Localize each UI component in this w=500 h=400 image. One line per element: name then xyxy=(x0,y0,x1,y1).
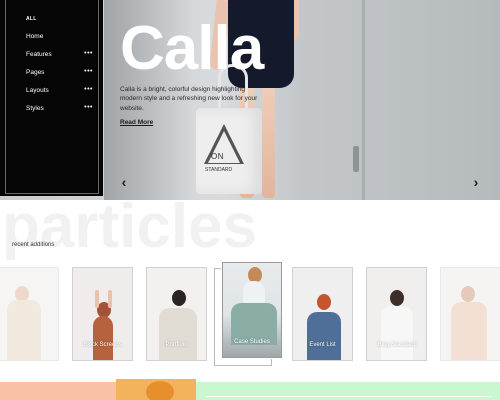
carousel-card-case-studies[interactable]: Case Studies xyxy=(222,262,282,358)
carousel-card-block-screens[interactable]: Block Screens xyxy=(72,267,133,361)
more-dots-icon[interactable]: ••• xyxy=(84,86,93,93)
promo-band-left xyxy=(0,382,116,400)
more-dots-icon[interactable]: ••• xyxy=(84,50,93,57)
carousel-card[interactable] xyxy=(440,267,500,361)
card-caption: Event List xyxy=(309,342,336,348)
section-ghost-title: particles xyxy=(2,192,258,261)
card-caption: Block Screens xyxy=(83,342,122,348)
sidebar-item-layouts[interactable]: Layouts ••• xyxy=(26,86,96,98)
sidebar-item-features[interactable]: Features ••• xyxy=(26,50,96,62)
sidebar-item-label: Layouts xyxy=(26,87,49,94)
card-caption: Case Studies xyxy=(234,339,270,345)
card-caption: Blog Standard xyxy=(377,342,416,348)
slider-prev-icon[interactable]: ‹ xyxy=(117,174,131,190)
sidebar-all-label[interactable]: ALL xyxy=(26,16,37,22)
page: ON STANDARD Calla Calla is a bright, col… xyxy=(0,0,500,400)
card-caption: Portfolio xyxy=(165,342,188,348)
carousel-card[interactable] xyxy=(0,267,59,361)
slider-next-icon[interactable]: › xyxy=(469,174,483,190)
carousel-card-portfolio[interactable]: Portfolio xyxy=(146,267,207,361)
sidebar-item-styles[interactable]: Styles ••• xyxy=(26,104,96,116)
carousel-card-blog-standard[interactable]: Blog Standard xyxy=(366,267,427,361)
bag-text-on: ON xyxy=(211,152,224,161)
promo-band-right xyxy=(196,382,500,400)
sidebar-item-label: Home xyxy=(26,33,44,40)
section-label: recent additions xyxy=(12,242,55,248)
sidebar-item-home[interactable]: Home xyxy=(26,32,96,44)
hero-title: Calla xyxy=(120,14,264,83)
more-dots-icon[interactable]: ••• xyxy=(84,104,93,111)
sidebar-item-label: Styles xyxy=(26,105,44,112)
read-more-link[interactable]: Read More xyxy=(120,119,153,126)
promo-band-middle xyxy=(116,379,196,400)
sidebar-item-label: Features xyxy=(26,51,52,58)
sidebar-item-pages[interactable]: Pages ••• xyxy=(26,68,96,80)
recent-additions-carousel: Block Screens Portfolio Case Studies Eve… xyxy=(0,262,500,365)
hero-description: Calla is a bright, colorful design highl… xyxy=(120,86,258,112)
hero-wall-seam xyxy=(362,0,365,200)
more-dots-icon[interactable]: ••• xyxy=(84,68,93,75)
hero-door-latch xyxy=(353,146,359,172)
bag-text-standard: STANDARD xyxy=(205,167,233,173)
carousel-card-event-list[interactable]: Event List xyxy=(292,267,353,361)
sidebar-item-label: Pages xyxy=(26,69,45,76)
sidebar-menu: ALL Home Features ••• Pages ••• Layouts … xyxy=(0,0,103,196)
